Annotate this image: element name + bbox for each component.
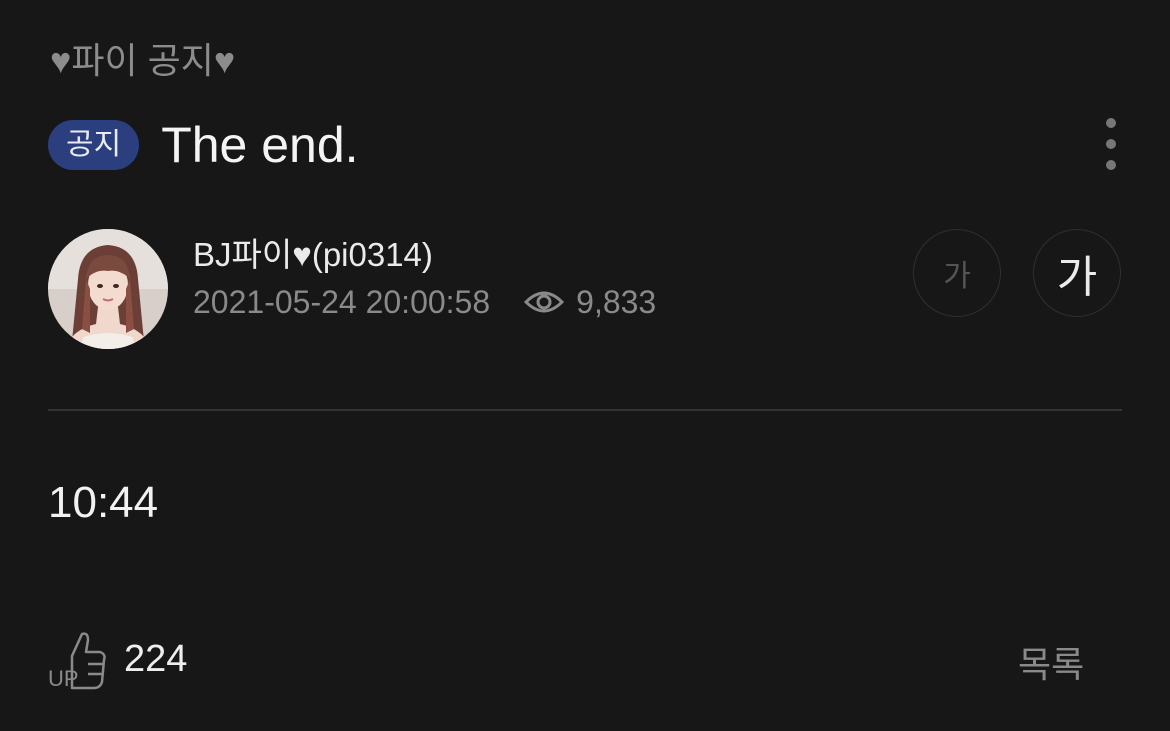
- avatar[interactable]: [48, 229, 168, 349]
- thumbs-up-icon: UP: [48, 632, 106, 690]
- post-view: ♥파이 공지♥ 공지 The end. BJ파이♥(pi0314) 2021-0…: [0, 0, 1170, 731]
- post-title: The end.: [161, 117, 359, 173]
- divider: [48, 409, 1122, 411]
- up-count: 224: [124, 637, 188, 680]
- title-row: 공지 The end.: [48, 112, 359, 178]
- post-content: 10:44: [48, 478, 159, 527]
- author-name[interactable]: BJ파이♥(pi0314): [193, 228, 433, 276]
- post-meta: 2021-05-24 20:00:58 9,833: [193, 282, 656, 322]
- font-size-large-label: 가: [1056, 253, 1098, 302]
- notice-badge: 공지: [48, 120, 140, 170]
- font-size-small-label: 가: [943, 260, 971, 293]
- more-vertical-icon-dot: [1106, 160, 1116, 170]
- board-name[interactable]: ♥파이 공지♥: [50, 32, 235, 84]
- more-vertical-icon-dot: [1106, 139, 1116, 149]
- font-size-small-button[interactable]: 가: [913, 229, 1001, 317]
- post-datetime: 2021-05-24 20:00:58: [193, 283, 491, 320]
- avatar-image: [48, 229, 168, 349]
- view-count: 9,833: [576, 283, 657, 320]
- up-label: UP: [48, 666, 79, 690]
- list-button[interactable]: 목록: [1018, 636, 1084, 688]
- font-size-large-button[interactable]: 가: [1033, 229, 1121, 317]
- up-button[interactable]: UP 224: [46, 626, 187, 692]
- more-vertical-icon: [1106, 118, 1116, 128]
- more-options-button[interactable]: [1096, 118, 1126, 170]
- eye-icon: [524, 288, 565, 316]
